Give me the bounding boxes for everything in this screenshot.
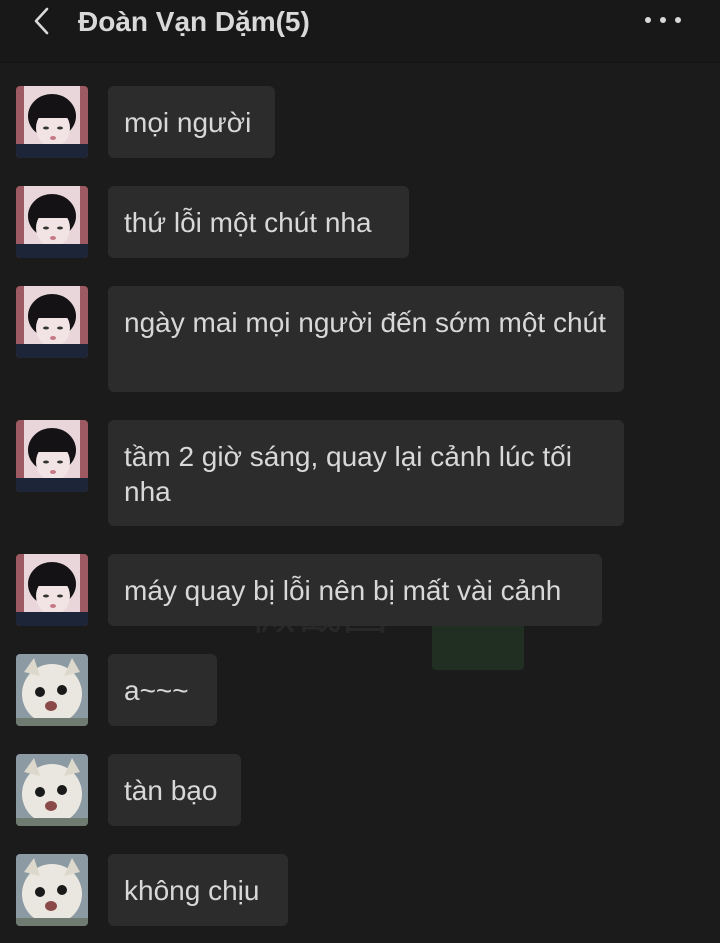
avatar-girl[interactable]	[16, 420, 88, 492]
avatar-cat[interactable]	[16, 854, 88, 926]
avatar-cat[interactable]	[16, 754, 88, 826]
message-bubble[interactable]: ngày mai mọi người đến sớm một chút	[108, 286, 624, 392]
message-bubble[interactable]: a~~~	[108, 654, 217, 726]
avatar-girl[interactable]	[16, 554, 88, 626]
message-bubble[interactable]: tầm 2 giờ sáng, quay lại cảnh lúc tối nh…	[108, 420, 624, 526]
message-bubble[interactable]: máy quay bị lỗi nên bị mất vài cảnh	[108, 554, 602, 626]
chat-header: Đoàn Vạn Dặm(5)	[0, 0, 720, 63]
message-bubble[interactable]: không chịu	[108, 854, 288, 926]
avatar-girl[interactable]	[16, 286, 88, 358]
more-dots-icon[interactable]	[640, 6, 686, 34]
message-bubble[interactable]: thứ lỗi một chút nha	[108, 186, 409, 258]
message-bubble[interactable]: mọi người	[108, 86, 275, 158]
avatar-girl[interactable]	[16, 86, 88, 158]
message-bubble[interactable]: tàn bạo	[108, 754, 241, 826]
avatar-girl[interactable]	[16, 186, 88, 258]
avatar-cat[interactable]	[16, 654, 88, 726]
chat-title: Đoàn Vạn Dặm(5)	[78, 6, 310, 37]
chevron-left-icon[interactable]	[28, 6, 58, 36]
message-list[interactable]: 微截图 mọi người	[0, 62, 720, 943]
